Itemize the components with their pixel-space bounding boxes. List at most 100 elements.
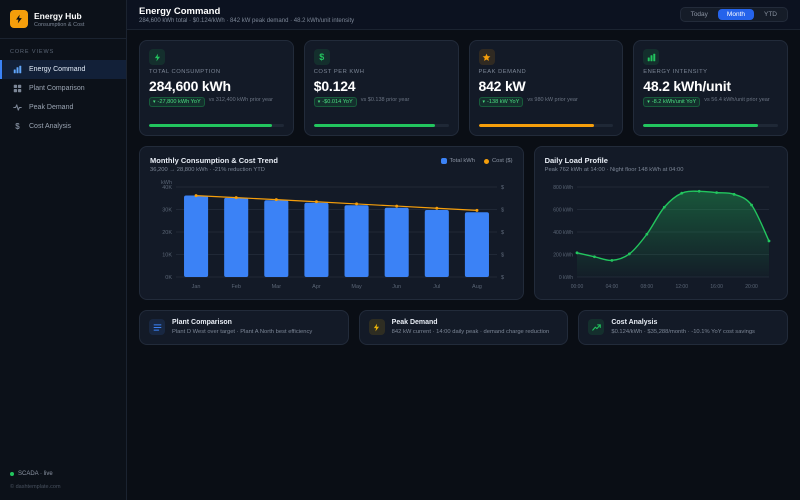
kpi-title: COST PER KWH <box>313 69 365 75</box>
svg-text:08:00: 08:00 <box>640 284 653 290</box>
charts-row: Monthly Consumption & Cost Trend 36,200 … <box>139 146 788 300</box>
kpi-meta: ▾ -$0.014 YoY vs $0.138 prior year <box>313 97 449 107</box>
summary-text: Peak Demand 842 kW current · 14:00 daily… <box>392 319 550 336</box>
summary-card-cost-analysis[interactable]: Cost Analysis $0.124/kWh · $35,288/month… <box>578 310 789 346</box>
svg-text:Jan: Jan <box>192 284 201 290</box>
lightning-icon <box>10 10 28 28</box>
summary-desc: $0.124/kWh · $35,288/month · -10.1% YoY … <box>611 329 755 335</box>
live-dot-icon <box>10 472 14 476</box>
sidebar-nav: Energy Command Plant Comparison Peak Dem… <box>0 60 126 136</box>
yoy-badge-label: -8.2 kWh/unit YoY <box>651 99 697 105</box>
kpi-progress-bar <box>478 124 595 127</box>
sidebar-item-label: Plant Comparison <box>29 85 85 92</box>
svg-text:800 kWh: 800 kWh <box>553 185 573 191</box>
bar-chart-icon <box>12 65 23 74</box>
svg-text:$: $ <box>501 253 504 259</box>
kpi-card-total-consumption: TOTAL CONSUMPTION 284,600 kWh ▾ -27,800 k… <box>139 40 294 136</box>
svg-text:Jun: Jun <box>392 284 401 290</box>
kpi-row: TOTAL CONSUMPTION 284,600 kWh ▾ -27,800 k… <box>139 40 788 136</box>
yoy-badge: ▾ -8.2 kWh/unit YoY <box>643 97 701 107</box>
kpi-value: 48.2 kWh/unit <box>643 78 731 94</box>
content: TOTAL CONSUMPTION 284,600 kWh ▾ -27,800 k… <box>127 30 800 500</box>
svg-text:600 kWh: 600 kWh <box>553 208 573 214</box>
trend-down-icon: ▾ <box>482 98 486 105</box>
svg-text:16:00: 16:00 <box>710 284 723 290</box>
svg-text:$: $ <box>501 230 504 236</box>
kpi-compare: vs 980 kW prior year <box>527 97 578 103</box>
chart-subtitle: Peak 762 kWh at 14:00 · Night floor 148 … <box>544 167 684 173</box>
svg-text:400 kWh: 400 kWh <box>553 230 573 236</box>
kpi-progress-bar <box>643 124 758 127</box>
summary-card-plant-comparison[interactable]: Plant Comparison Plant D West over targe… <box>139 310 349 346</box>
chart-header-text: Monthly Consumption & Cost Trend 36,200 … <box>150 156 278 173</box>
svg-text:Apr: Apr <box>312 284 321 290</box>
logo: Energy Hub Consumption & Cost <box>0 10 126 39</box>
scada-status-label: SCADA · live <box>18 471 53 477</box>
chart-title: Monthly Consumption & Cost Trend <box>150 156 278 165</box>
yoy-badge-label: -138 kW YoY <box>487 99 520 105</box>
kpi-card-peak-demand: PEAK DEMAND 842 kW ▾ -138 kW YoY vs 980 k… <box>468 40 624 136</box>
daily-chart-card: Daily Load Profile Peak 762 kWh at 14:00… <box>533 146 788 300</box>
kpi-meta: ▾ -138 kW YoY vs 980 kW prior year <box>478 97 614 107</box>
legend-item-total-kwh: Total kWh <box>440 158 475 164</box>
sidebar-item-energy-command[interactable]: Energy Command <box>0 60 126 79</box>
sidebar-footer: SCADA · live © dashtemplate.com <box>0 471 126 490</box>
range-button-today[interactable]: Today <box>682 9 717 20</box>
svg-text:04:00: 04:00 <box>605 284 618 290</box>
svg-text:$: $ <box>501 185 504 191</box>
kpi-compare: vs $0.138 prior year <box>360 97 410 103</box>
svg-text:30K: 30K <box>162 208 172 214</box>
app-subtitle: Consumption & Cost <box>34 21 85 28</box>
chart-title: Daily Load Profile <box>544 156 608 165</box>
page-header: Energy Command 284,600 kWh total · $0.12… <box>127 0 800 30</box>
kpi-progress-track <box>149 124 284 127</box>
kpi-meta: ▾ -27,800 kWh YoY vs 312,400 kWh prior ye… <box>149 97 284 107</box>
sidebar-item-label: Energy Command <box>29 66 86 73</box>
range-toggle: Today Month YTD <box>679 7 788 22</box>
kpi-value: 284,600 kWh <box>149 78 231 94</box>
legend-swatch-line-icon <box>483 158 489 164</box>
dollar-icon: $ <box>313 49 330 65</box>
lightning-icon <box>368 319 385 335</box>
svg-text:20K: 20K <box>162 230 172 236</box>
grid-icon <box>12 84 23 93</box>
lightning-icon <box>149 49 165 65</box>
summary-desc: Plant D West over target · Plant A North… <box>172 329 313 335</box>
main: Energy Command 284,600 kWh total · $0.12… <box>127 0 800 500</box>
scada-status: SCADA · live <box>10 471 116 477</box>
legend-label: Cost ($) <box>491 158 513 164</box>
list-icon <box>149 319 165 335</box>
kpi-value: 842 kW <box>478 78 526 94</box>
kpi-progress-bar <box>149 124 272 127</box>
svg-text:12:00: 12:00 <box>675 284 688 290</box>
star-icon <box>478 49 495 65</box>
yoy-badge: ▾ -$0.014 YoY <box>313 97 357 107</box>
kpi-meta: ▾ -8.2 kWh/unit YoY vs 56.4 kWh/unit prio… <box>643 97 778 107</box>
range-button-ytd[interactable]: YTD <box>755 9 786 20</box>
range-button-month[interactable]: Month <box>717 9 754 20</box>
trend-up-icon <box>588 319 605 335</box>
kpi-card-cost-per-kwh: $ COST PER KWH $0.124 ▾ -$0.014 YoY vs $0… <box>303 40 459 136</box>
summary-text: Plant Comparison Plant D West over targe… <box>172 319 312 336</box>
kpi-progress-track <box>478 124 614 127</box>
daily-load-chart: 0 kWh 200 kWh 400 kWh 600 kWh 800 kWh 00:00 04… <box>545 178 777 290</box>
trend-down-icon: ▾ <box>647 98 650 105</box>
sidebar-item-peak-demand[interactable]: Peak Demand <box>0 98 126 117</box>
activity-icon <box>12 103 23 112</box>
kpi-compare: vs 56.4 kWh/unit prior year <box>704 97 770 103</box>
svg-text:$: $ <box>501 275 504 281</box>
chart-subtitle: 36,200 → 28,800 kWh · -21% reduction YTD <box>150 167 265 173</box>
svg-text:0 kWh: 0 kWh <box>558 275 572 281</box>
kpi-title: TOTAL CONSUMPTION <box>149 69 221 75</box>
chart-header-text: Daily Load Profile Peak 762 kWh at 14:00… <box>545 156 684 173</box>
header-text: Energy Command 284,600 kWh total · $0.12… <box>139 6 354 24</box>
sidebar-item-cost-analysis[interactable]: $ Cost Analysis <box>0 117 126 136</box>
svg-text:20:00: 20:00 <box>745 284 758 290</box>
svg-text:Mar: Mar <box>272 284 282 290</box>
kpi-progress-track <box>313 124 449 127</box>
svg-text:Jul: Jul <box>433 284 440 290</box>
sidebar-item-plant-comparison[interactable]: Plant Comparison <box>0 79 126 98</box>
summary-card-peak-demand[interactable]: Peak Demand 842 kW current · 14:00 daily… <box>358 310 569 346</box>
trend-down-icon: ▾ <box>317 98 321 105</box>
summary-title: Cost Analysis <box>611 319 658 326</box>
